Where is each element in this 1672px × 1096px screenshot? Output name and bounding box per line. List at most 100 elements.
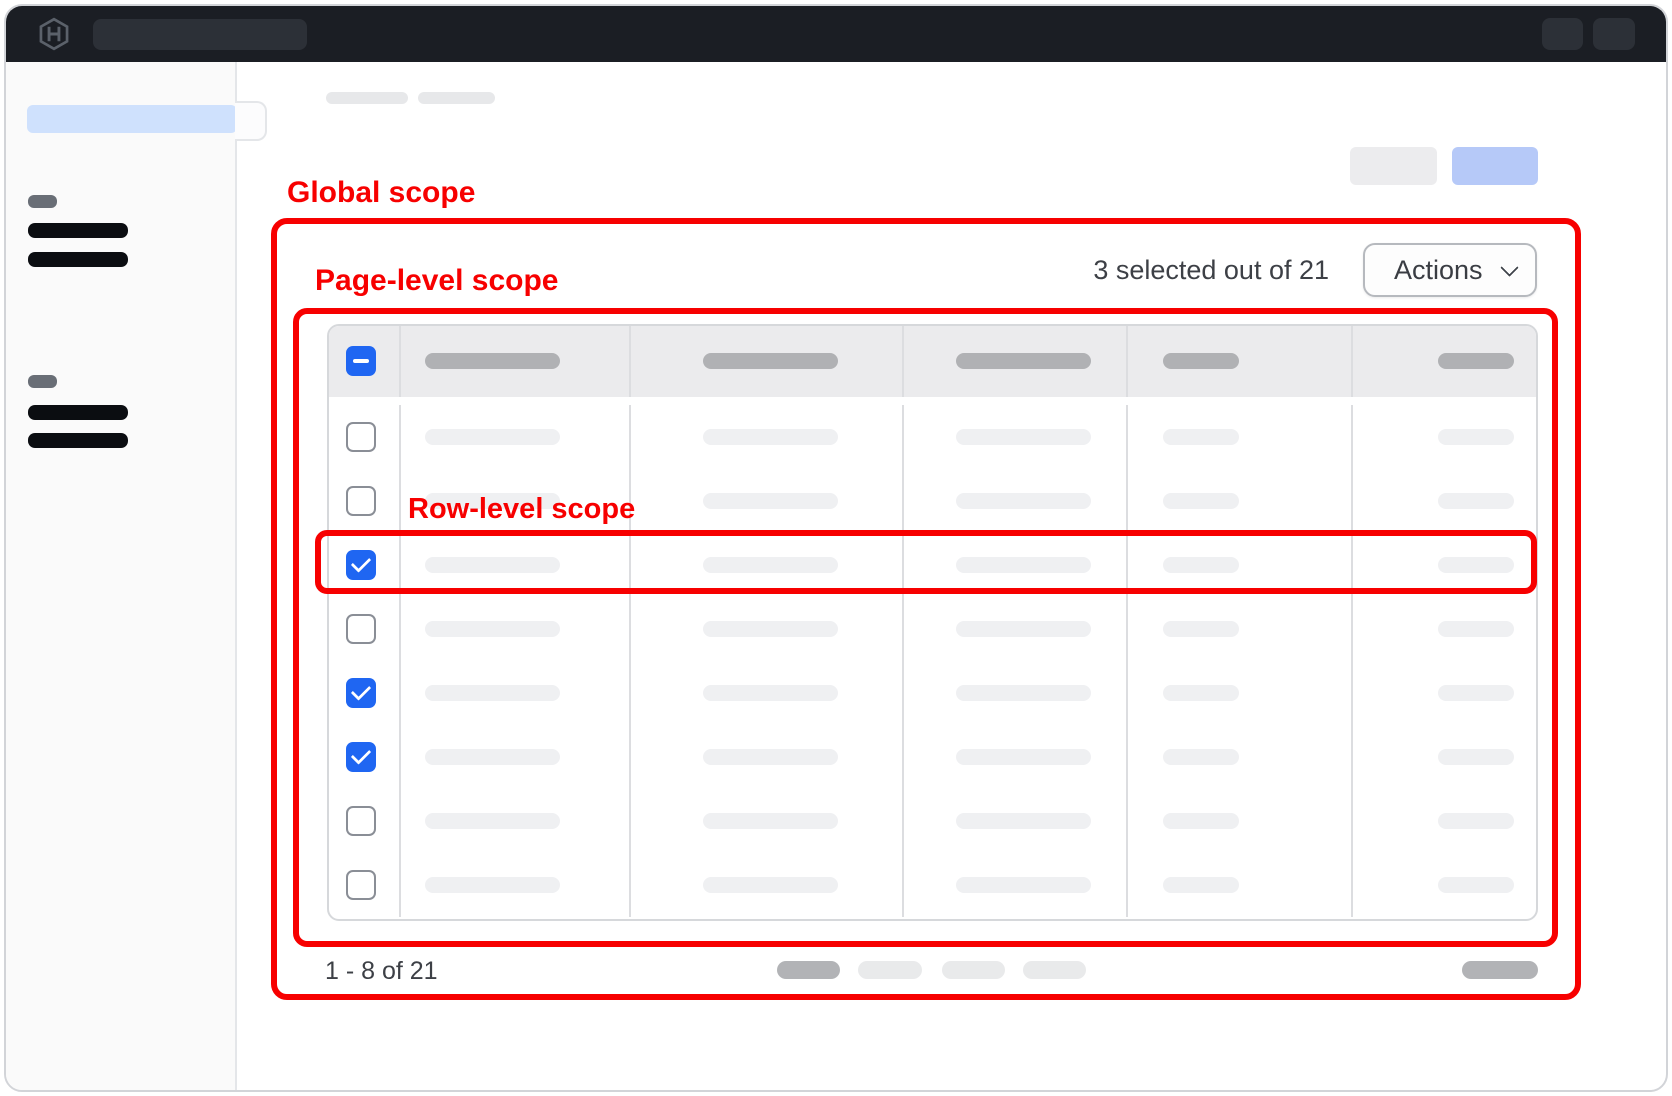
checkbox-cell: [329, 789, 399, 853]
cell-text-skeleton: [1438, 429, 1514, 445]
pagination-item-skeleton[interactable]: [858, 961, 922, 979]
table-cell: [1351, 533, 1536, 597]
row-checkbox[interactable]: [346, 742, 376, 772]
table-cell: [629, 469, 902, 533]
cell-text-skeleton: [425, 877, 560, 893]
row-checkbox[interactable]: [346, 678, 376, 708]
cell-text-skeleton: [703, 813, 838, 829]
actions-button[interactable]: Actions: [1363, 243, 1537, 297]
cell-text-skeleton: [425, 429, 560, 445]
checkbox-cell: [329, 469, 399, 533]
topbar-action-skeleton[interactable]: [1593, 18, 1635, 50]
cell-text-skeleton: [1438, 685, 1514, 701]
checkbox-cell: [329, 853, 399, 917]
table-cell: [902, 533, 1126, 597]
select-all-checkbox[interactable]: [346, 346, 376, 376]
pagination-item-skeleton[interactable]: [777, 961, 840, 979]
cell-text-skeleton: [703, 493, 838, 509]
sidebar-item-skeleton[interactable]: [28, 223, 128, 238]
table-cell: [902, 725, 1126, 789]
table-cell: [1351, 853, 1536, 917]
table-cell: [1126, 661, 1351, 725]
cell-text-skeleton: [1163, 813, 1239, 829]
row-checkbox[interactable]: [346, 614, 376, 644]
cell-text-skeleton: [703, 877, 838, 893]
column-header-cell: [1351, 326, 1536, 397]
row-level-scope-label: Row-level scope: [408, 493, 635, 526]
cell-text-skeleton: [956, 621, 1091, 637]
cell-text-skeleton: [425, 557, 560, 573]
search-input-skeleton[interactable]: [93, 19, 307, 50]
checkbox-cell: [329, 533, 399, 597]
page-level-scope-label: Page-level scope: [315, 264, 558, 298]
column-header-skeleton: [703, 353, 838, 369]
table-cell: [1126, 533, 1351, 597]
sidebar-item-skeleton[interactable]: [28, 252, 128, 267]
row-checkbox[interactable]: [346, 870, 376, 900]
page-size-selector-skeleton[interactable]: [1462, 961, 1538, 979]
cell-text-skeleton: [1163, 493, 1239, 509]
column-header-cell: [399, 326, 629, 397]
table-cell: [1126, 469, 1351, 533]
table-row: [329, 533, 1536, 597]
cell-text-skeleton: [1438, 493, 1514, 509]
row-checkbox[interactable]: [346, 422, 376, 452]
table-cell: [1351, 405, 1536, 469]
topbar-action-skeleton[interactable]: [1542, 18, 1583, 50]
row-checkbox[interactable]: [346, 806, 376, 836]
table-cell: [902, 469, 1126, 533]
cell-text-skeleton: [1438, 621, 1514, 637]
cell-text-skeleton: [703, 685, 838, 701]
table-cell: [902, 405, 1126, 469]
table-header-row: [329, 326, 1536, 397]
table-row: [329, 789, 1536, 853]
cell-text-skeleton: [1163, 749, 1239, 765]
checkbox-cell: [329, 661, 399, 725]
checkbox-cell: [329, 405, 399, 469]
secondary-button-skeleton[interactable]: [1350, 147, 1437, 185]
column-header-skeleton: [956, 353, 1091, 369]
table-cell: [1351, 661, 1536, 725]
breadcrumb-segment-skeleton[interactable]: [418, 92, 495, 104]
column-header-skeleton: [1438, 353, 1514, 369]
table-cell: [629, 789, 902, 853]
sidebar-collapse-toggle[interactable]: [235, 101, 267, 141]
table-cell: [399, 789, 629, 853]
column-header-cell: [1126, 326, 1351, 397]
selection-summary: 3 selected out of 21: [1093, 243, 1329, 297]
app-window: Global scope Page-level scope Row-level …: [4, 4, 1668, 1092]
table-cell: [629, 853, 902, 917]
breadcrumb-segment-skeleton[interactable]: [326, 92, 408, 104]
global-scope-label: Global scope: [287, 176, 475, 210]
cell-text-skeleton: [425, 749, 560, 765]
cell-text-skeleton: [956, 429, 1091, 445]
table-cell: [1126, 789, 1351, 853]
checkbox-cell: [329, 326, 399, 397]
actions-button-label: Actions: [1394, 255, 1483, 286]
table-cell: [1126, 597, 1351, 661]
row-checkbox[interactable]: [346, 550, 376, 580]
table-cell: [399, 597, 629, 661]
sidebar-item-skeleton[interactable]: [28, 405, 128, 420]
table-cell: [1126, 725, 1351, 789]
cell-text-skeleton: [956, 685, 1091, 701]
sidebar-active-item-skeleton[interactable]: [27, 105, 237, 133]
column-header-cell: [902, 326, 1126, 397]
primary-button-skeleton[interactable]: [1452, 147, 1538, 185]
table-cell: [399, 533, 629, 597]
cell-text-skeleton: [703, 557, 838, 573]
cell-text-skeleton: [956, 813, 1091, 829]
sidebar-item-skeleton[interactable]: [28, 433, 128, 448]
cell-text-skeleton: [425, 685, 560, 701]
column-header-skeleton: [425, 353, 560, 369]
table-header-cells: [329, 326, 1536, 397]
table-cell: [1126, 405, 1351, 469]
pagination-item-skeleton[interactable]: [942, 961, 1005, 979]
sidebar: [6, 62, 237, 1090]
row-checkbox[interactable]: [346, 486, 376, 516]
data-table: [327, 324, 1538, 921]
cell-text-skeleton: [1163, 557, 1239, 573]
chevron-down-icon: [1500, 258, 1518, 276]
cell-text-skeleton: [956, 749, 1091, 765]
pagination-item-skeleton[interactable]: [1023, 961, 1086, 979]
